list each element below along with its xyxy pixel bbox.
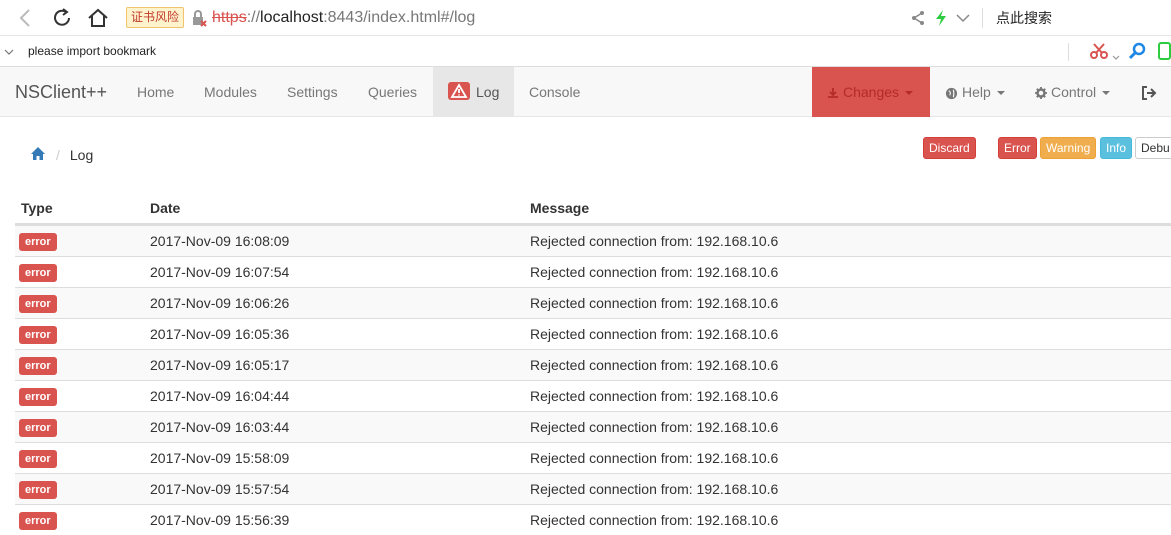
chevron-down-icon[interactable] (954, 6, 972, 30)
table-row: error 2017-Nov-09 15:56:39 Rejected connec… (15, 504, 1171, 535)
globe-icon (945, 87, 958, 99)
nav-modules[interactable]: Modules (189, 67, 272, 117)
scissors-icon[interactable] (1090, 42, 1108, 65)
table-row: error 2017-Nov-09 16:06:26 Rejected connec… (15, 287, 1171, 318)
log-type-badge: error (19, 481, 57, 499)
toolbar-divider (982, 8, 983, 28)
log-message: Rejected connection from: 192.168.10.6 (530, 326, 779, 342)
filter-debug-button[interactable]: Debu (1135, 137, 1171, 159)
nav-queries[interactable]: Queries (353, 67, 432, 117)
share-icon[interactable] (908, 6, 928, 30)
chevron-down-icon (1102, 91, 1111, 96)
url-protocol: https (212, 9, 247, 26)
log-message: Rejected connection from: 192.168.10.6 (530, 419, 779, 435)
insecure-lock-icon[interactable] (190, 6, 208, 30)
chevron-down-icon (905, 91, 914, 96)
log-date: 2017-Nov-09 16:04:44 (150, 388, 290, 404)
table-row: error 2017-Nov-09 16:03:44 Rejected connec… (15, 411, 1171, 442)
table-row: error 2017-Nov-09 15:57:54 Rejected connec… (15, 473, 1171, 504)
log-message: Rejected connection from: 192.168.10.6 (530, 233, 779, 249)
filter-error-button[interactable]: Error (998, 137, 1037, 159)
table-row: error 2017-Nov-09 16:08:09 Rejected connec… (15, 225, 1171, 256)
download-icon (828, 88, 838, 99)
url-path: :8443/index.html#/log (323, 9, 476, 26)
bookmark-import-text[interactable]: please import bookmark (28, 44, 156, 58)
log-message: Rejected connection from: 192.168.10.6 (530, 388, 779, 404)
app-brand[interactable]: NSClient++ (15, 67, 107, 117)
browser-search-input[interactable]: 点此搜索 (996, 8, 1052, 28)
nav-settings[interactable]: Settings (272, 67, 353, 117)
address-url[interactable]: https://localhost:8443/index.html#/log (212, 8, 475, 28)
discard-button[interactable]: Discard (923, 137, 976, 159)
column-header-type: Type (21, 200, 53, 216)
column-header-date: Date (150, 200, 181, 216)
table-row: error 2017-Nov-09 16:05:17 Rejected connec… (15, 349, 1171, 380)
log-date: 2017-Nov-09 15:57:54 (150, 481, 290, 497)
filter-warning-button[interactable]: Warning (1040, 137, 1097, 159)
log-type-badge: error (19, 264, 57, 282)
log-type-badge: error (19, 357, 57, 375)
warning-icon (448, 82, 470, 101)
bookmark-bar: please import bookmark (0, 36, 1171, 67)
log-message: Rejected connection from: 192.168.10.6 (530, 481, 779, 497)
log-type-badge: error (19, 233, 57, 251)
log-date: 2017-Nov-09 15:58:09 (150, 450, 290, 466)
log-message: Rejected connection from: 192.168.10.6 (530, 264, 779, 280)
nav-console[interactable]: Console (514, 67, 595, 117)
table-row: error 2017-Nov-09 16:05:36 Rejected connec… (15, 318, 1171, 349)
log-message: Rejected connection from: 192.168.10.6 (530, 357, 779, 373)
log-date: 2017-Nov-09 16:08:09 (150, 233, 290, 249)
log-message: Rejected connection from: 192.168.10.6 (530, 512, 779, 528)
table-row: error 2017-Nov-09 15:58:09 Rejected connec… (15, 442, 1171, 473)
breadcrumb-current: Log (69, 147, 94, 163)
logout-icon[interactable] (1126, 67, 1171, 117)
log-date: 2017-Nov-09 15:56:39 (150, 512, 290, 528)
cert-warning-badge[interactable]: 证书风险 (126, 7, 185, 28)
log-date: 2017-Nov-09 16:05:17 (150, 357, 290, 373)
log-type-badge: error (19, 450, 57, 468)
column-header-message: Message (530, 200, 590, 216)
log-message: Rejected connection from: 192.168.10.6 (530, 450, 779, 466)
bookmark-divider (1068, 43, 1069, 61)
filter-info-button[interactable]: Info (1100, 137, 1133, 159)
home-icon[interactable] (86, 6, 110, 30)
log-date: 2017-Nov-09 16:07:54 (150, 264, 290, 280)
log-message: Rejected connection from: 192.168.10.6 (530, 295, 779, 311)
chevron-down-icon[interactable] (4, 44, 14, 62)
nav-log-label: Log (476, 84, 500, 100)
back-icon[interactable] (14, 6, 36, 30)
nav-help-dropdown[interactable]: Help (930, 67, 1020, 117)
nav-changes-dropdown[interactable]: Changes (812, 67, 930, 117)
gear-icon (1035, 87, 1047, 100)
lightning-icon[interactable] (932, 6, 950, 30)
chevron-down-icon[interactable] (1112, 48, 1120, 66)
url-separator: :// (246, 9, 261, 26)
log-type-badge: error (19, 388, 57, 406)
log-type-badge: error (19, 419, 57, 437)
log-type-badge: error (19, 295, 57, 313)
chevron-down-icon (996, 91, 1005, 96)
log-date: 2017-Nov-09 16:05:36 (150, 326, 290, 342)
nav-changes-label: Changes (843, 84, 900, 100)
home-icon[interactable] (30, 146, 46, 164)
nav-control-dropdown[interactable]: Control (1020, 67, 1125, 117)
breadcrumb: / Log (30, 145, 93, 165)
extension-icon[interactable] (1158, 42, 1171, 60)
browser-address-bar: 证书风险 https://localhost:8443/index.html#/… (0, 0, 1171, 36)
log-date: 2017-Nov-09 16:06:26 (150, 295, 290, 311)
search-icon[interactable] (1128, 42, 1147, 65)
reload-icon[interactable] (50, 6, 74, 30)
nav-help-label: Help (962, 84, 991, 100)
table-row: error 2017-Nov-09 16:04:44 Rejected connec… (15, 380, 1171, 411)
nav-log[interactable]: Log (433, 67, 514, 117)
log-type-badge: error (19, 326, 57, 344)
url-host: localhost (260, 9, 324, 26)
breadcrumb-separator: / (56, 147, 60, 163)
table-row: error 2017-Nov-09 16:07:54 Rejected connec… (15, 256, 1171, 287)
app-navbar: NSClient++ Home Modules Settings Queries… (0, 67, 1171, 117)
nav-home[interactable]: Home (122, 67, 189, 117)
log-date: 2017-Nov-09 16:03:44 (150, 419, 290, 435)
nav-control-label: Control (1051, 84, 1097, 100)
